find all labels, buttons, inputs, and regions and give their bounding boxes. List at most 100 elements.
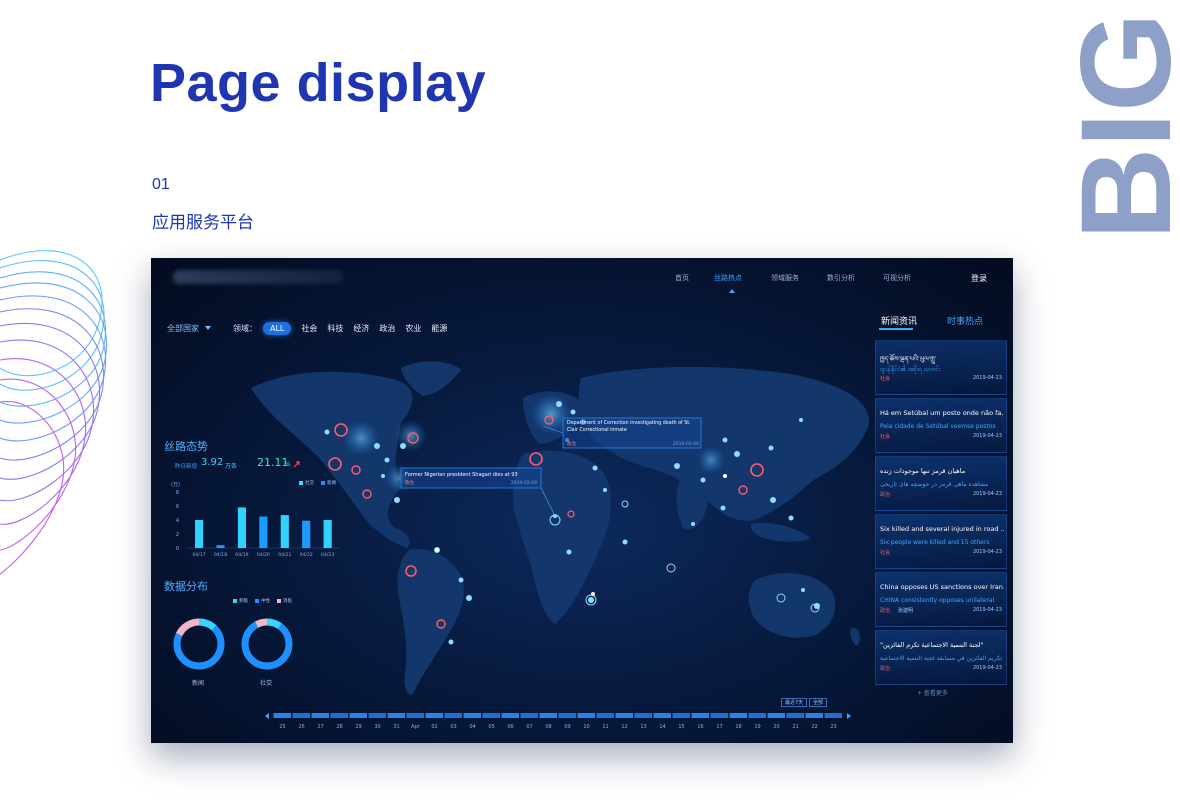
timeline-segment	[805, 713, 823, 718]
x-tick-label: 04/18	[214, 552, 227, 558]
nav-item-hotspot[interactable]: 丝路热点	[714, 273, 742, 283]
timeline-segment	[748, 713, 766, 718]
news-item-date: 2019-04-23	[972, 607, 1002, 613]
bar	[237, 507, 246, 548]
bar	[195, 520, 204, 548]
news-item-tag: 社会	[880, 434, 891, 440]
x-tick-label: 04/17	[192, 552, 205, 558]
x-tick-label: 04/19	[235, 552, 248, 558]
tab-hot-topics[interactable]: 时事热点	[947, 314, 983, 327]
y-tick-label: 4	[176, 518, 179, 524]
active-tab-underline	[879, 328, 913, 330]
timeline-tick-label: 10	[583, 724, 589, 730]
timeline-tick-label: 27	[317, 724, 323, 730]
callout-2-title: Former Nigerian president Shagari dies a…	[405, 472, 518, 478]
legend-positive-label: 积极	[239, 599, 248, 604]
timeline-segment	[273, 713, 291, 718]
continent-new-zealand	[850, 627, 860, 646]
timeline-tick-label: 13	[640, 724, 646, 730]
timeline-tick-label: 28	[336, 724, 342, 730]
timeline-track[interactable]: 25 26 27 28 29 30 31 Apr 02 03 04 05 06 07 08 09 10 11 12 1…	[263, 710, 853, 732]
news-item[interactable]: "لجنة التنمية الاجتماعية تكرم الفائزين" …	[875, 630, 1007, 685]
bar	[259, 516, 268, 548]
timeline-next-icon	[847, 713, 851, 719]
timeline-slider[interactable]: 最近7天 全部 25 26 27 28 29 30 31 Apr 02 03 04 05 06 07 08 0…	[263, 698, 853, 732]
timeline-tick-label: 23	[830, 724, 836, 730]
timeline-tick-label: 15	[678, 724, 684, 730]
login-button[interactable]: 登录	[971, 273, 987, 284]
timeline-segment	[577, 713, 595, 718]
timeline-segment	[596, 713, 614, 718]
timeline-range-7d[interactable]: 最近7天	[781, 698, 808, 707]
timeline-segment	[330, 713, 348, 718]
bar	[216, 545, 225, 548]
timeline-segment	[482, 713, 500, 718]
news-item-date: 2019-04-23	[972, 375, 1002, 381]
timeline-tick-label: 20	[773, 724, 779, 730]
timeline-prev-icon	[265, 713, 269, 719]
map-callout-1[interactable]: Department of Correction investigating d…	[542, 417, 702, 449]
continent-south-america	[397, 549, 464, 695]
news-more-link[interactable]: + 查看更多	[917, 688, 948, 697]
y-tick-label: 6	[176, 504, 179, 510]
timeline-segment	[368, 713, 386, 718]
nav-item-analysis[interactable]: 数引分析	[827, 273, 855, 283]
section-number: 01	[152, 176, 170, 193]
x-tick-label: 04/22	[300, 552, 313, 558]
distribution-title: 数据分布	[164, 580, 208, 593]
news-item-summary: مشاهده ماهی قرمز در حوضچه های تاریخی	[880, 481, 989, 488]
timeline-segment	[558, 713, 576, 718]
legend-swatch-neutral	[255, 599, 259, 603]
nav-item-home[interactable]: 首页	[675, 273, 689, 283]
timeline-tick-label: 12	[621, 724, 627, 730]
news-item-summary: تم تكريم الفائزين في مسابقة لجنة التنمية…	[880, 655, 1004, 662]
dashboard-window: 首页 丝路热点 领域服务 数引分析 可视分析 登录 全部国家 领域： ALL 社…	[151, 258, 1013, 743]
nav-item-domain[interactable]: 领域服务	[771, 273, 799, 283]
news-item[interactable]: China opposes US sanctions over Iran... …	[875, 572, 1007, 627]
timeline-segment	[520, 713, 538, 718]
news-item[interactable]: Six killed and several injured in road .…	[875, 514, 1007, 569]
timeline-tick-label: 21	[792, 724, 798, 730]
top-nav-bar: 首页 丝路热点 领域服务 数引分析 可视分析 登录	[151, 258, 1013, 298]
timeline-segment	[634, 713, 652, 718]
timeline-tick-label: 29	[355, 724, 361, 730]
legend-neutral: 中性	[255, 598, 270, 604]
legend-negative-label: 消极	[283, 599, 292, 604]
timeline-tick-label: 19	[754, 724, 760, 730]
timeline-segment	[311, 713, 329, 718]
timeline-segment	[501, 713, 519, 718]
active-nav-indicator	[729, 289, 735, 293]
logo	[173, 270, 343, 284]
new-count-value: 3.92	[201, 457, 224, 468]
timeline-tick-label: 18	[735, 724, 741, 730]
tab-news[interactable]: 新闻资讯	[881, 314, 917, 327]
trend-up-arrow-icon	[293, 461, 300, 468]
timeline-segment	[425, 713, 443, 718]
news-item[interactable]: Há em Setúbal um posto onde não fa... Pe…	[875, 398, 1007, 453]
donut-segment	[241, 618, 293, 670]
callout-1-title: Department of Correction investigating d…	[567, 421, 691, 433]
timeline-segment	[691, 713, 709, 718]
timeline-tick-label: 07	[526, 724, 532, 730]
news-item-summary: CHINA consistently opposes unilateral	[880, 597, 995, 604]
news-item-title: Há em Setúbal um posto onde não fa...	[880, 409, 1004, 417]
timeline-tick-label: 14	[659, 724, 665, 730]
news-item-tag: 社会	[880, 550, 891, 556]
news-item[interactable]: ماهیان قرمز تنها موجودات زنده مشاهده ماه…	[875, 456, 1007, 511]
news-item-tag: 政治	[880, 608, 891, 614]
callout-1-tag: 政治	[567, 440, 576, 447]
news-item-summary: ဂျပန်နိုင်ငံ၏ အစိုးရ သတင်း	[880, 366, 941, 373]
donut-news-label: 新闻	[192, 680, 205, 687]
legend-swatch-negative	[277, 599, 281, 603]
timeline-segment	[539, 713, 557, 718]
donut-social	[241, 618, 293, 670]
nav-item-visual[interactable]: 可视分析	[883, 273, 911, 283]
news-item[interactable]: ཁྱད་ཆོས་ལྡན་པའི་ཡུལ་གྲུ་ ဂျပန်နိုင်ငံ၏ အ…	[875, 340, 1007, 395]
timeline-tick-label: 16	[697, 724, 703, 730]
timeline-range-all[interactable]: 全部	[809, 698, 828, 707]
donut-social-label: 社交	[260, 680, 273, 687]
timeline-tick-label: 25	[279, 724, 285, 730]
timeline-tick-label: 06	[507, 724, 513, 730]
y-tick-label: 2	[176, 532, 179, 538]
news-item-date: 2019-04-23	[972, 491, 1002, 497]
